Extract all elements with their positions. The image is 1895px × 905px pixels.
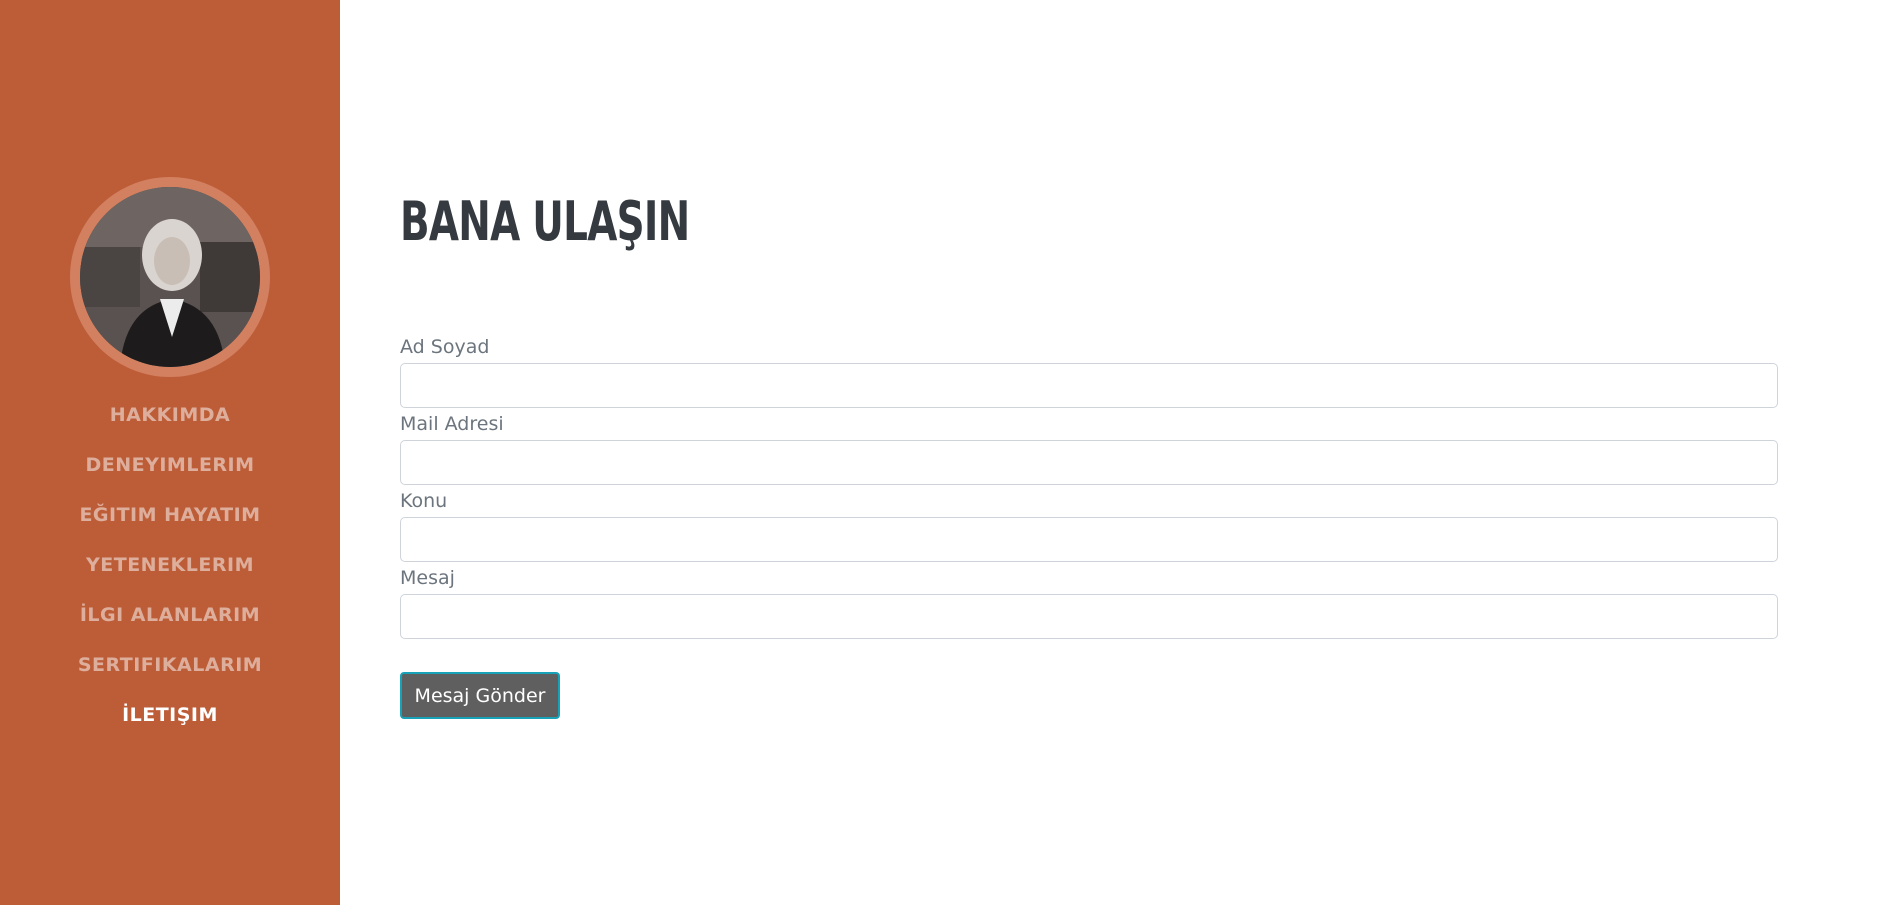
sidebar-item-sertifikalarim: SERTIFIKALARIM: [0, 645, 340, 695]
subject-label: Konu: [400, 490, 448, 512]
message-input[interactable]: [400, 594, 1778, 639]
sidebar-item-deneyimlerim: DENEYIMLERIM: [0, 445, 340, 495]
send-message-button[interactable]: Mesaj Gönder: [400, 672, 560, 719]
nav-link-sertifikalarim[interactable]: SERTIFIKALARIM: [78, 645, 262, 685]
sidebar-item-ilgi-alanlarim: İLGI ALANLARIM: [0, 595, 340, 645]
message-label: Mesaj: [400, 567, 455, 589]
sidebar-item-hakkimda: HAKKIMDA: [0, 395, 340, 445]
sidebar: HAKKIMDA DENEYIMLERIM EĞITIM HAYATIM YET…: [0, 0, 340, 905]
nav-link-egitim-hayatim[interactable]: EĞITIM HAYATIM: [79, 495, 260, 535]
name-input[interactable]: [400, 363, 1778, 408]
sidebar-item-egitim-hayatim: EĞITIM HAYATIM: [0, 495, 340, 545]
sidebar-item-yeteneklerim: YETENEKLERIM: [0, 545, 340, 595]
page-title: BANA ULAŞIN: [400, 190, 690, 253]
nav-link-hakkimda[interactable]: HAKKIMDA: [110, 395, 231, 435]
avatar: [80, 187, 260, 367]
nav-link-deneyimlerim[interactable]: DENEYIMLERIM: [85, 445, 254, 485]
nav-link-iletisim[interactable]: İLETIŞIM: [122, 695, 218, 735]
main-content: BANA ULAŞIN Ad Soyad Mail Adresi Konu Me…: [400, 0, 1780, 905]
subject-input[interactable]: [400, 517, 1778, 562]
email-input[interactable]: [400, 440, 1778, 485]
nav-link-ilgi-alanlarim[interactable]: İLGI ALANLARIM: [80, 595, 260, 635]
profile-photo-frame: [70, 177, 270, 377]
email-label: Mail Adresi: [400, 413, 504, 435]
name-label: Ad Soyad: [400, 336, 490, 358]
sidebar-nav: HAKKIMDA DENEYIMLERIM EĞITIM HAYATIM YET…: [0, 395, 340, 745]
sidebar-item-iletisim: İLETIŞIM: [0, 695, 340, 745]
nav-link-yeteneklerim[interactable]: YETENEKLERIM: [86, 545, 254, 585]
